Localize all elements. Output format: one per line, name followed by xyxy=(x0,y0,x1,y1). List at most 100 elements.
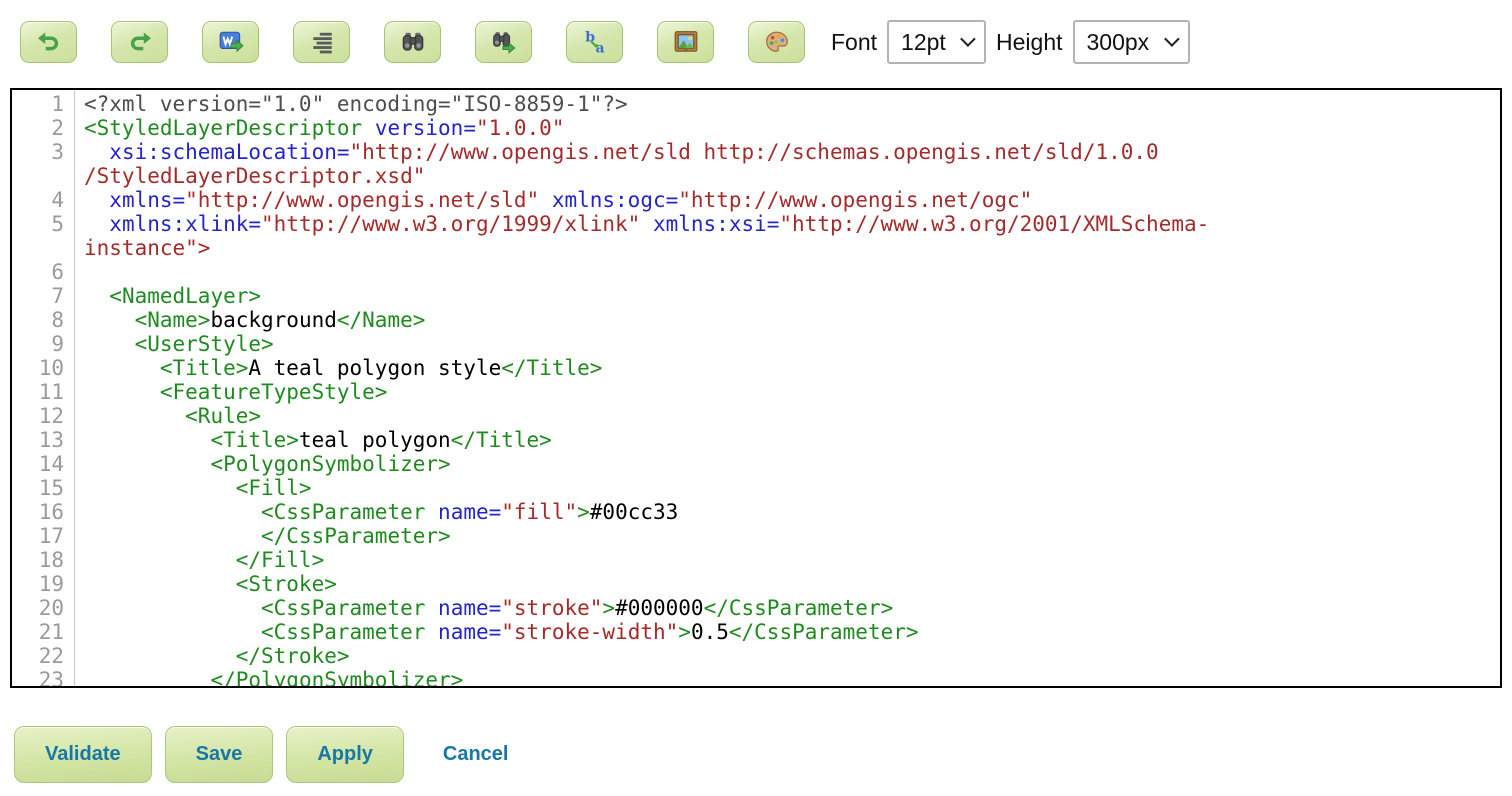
code-text: xmlns="http://www.opengis.net/sld" xmlns… xyxy=(74,188,1500,212)
code-line[interactable]: 16 <CssParameter name="fill">#00cc33 xyxy=(12,500,1500,524)
line-number: 15 xyxy=(12,476,74,500)
find-next-icon xyxy=(491,29,517,55)
line-number: 10 xyxy=(12,356,74,380)
line-number: 3 xyxy=(12,140,74,164)
line-number: 6 xyxy=(12,260,74,284)
code-rows: 1<?xml version="1.0" encoding="ISO-8859-… xyxy=(12,90,1500,688)
undo-icon xyxy=(36,29,62,55)
goto-line-icon xyxy=(218,29,244,55)
editor-height-select[interactable]: 300px xyxy=(1075,24,1188,60)
code-text: <FeatureTypeStyle> xyxy=(74,380,1500,404)
line-number: 11 xyxy=(12,380,74,404)
code-text: <StyledLayerDescriptor version="1.0.0" xyxy=(74,116,1500,140)
code-text: <CssParameter name="stroke">#000000</Css… xyxy=(74,596,1500,620)
editor-toolbar: b a xyxy=(20,20,1512,64)
line-number: 21 xyxy=(12,620,74,644)
code-line[interactable]: 10 <Title>A teal polygon style</Title> xyxy=(12,356,1500,380)
code-line[interactable]: 22 </Stroke> xyxy=(12,644,1500,668)
code-text: xmlns:xlink="http://www.w3.org/1999/xlin… xyxy=(74,212,1500,236)
code-line[interactable]: 12 <Rule> xyxy=(12,404,1500,428)
undo-button[interactable] xyxy=(20,21,77,63)
line-number: 13 xyxy=(12,428,74,452)
code-line[interactable]: 20 <CssParameter name="stroke">#000000</… xyxy=(12,596,1500,620)
line-number: 4 xyxy=(12,188,74,212)
code-line[interactable]: 15 <Fill> xyxy=(12,476,1500,500)
code-line[interactable]: 11 <FeatureTypeStyle> xyxy=(12,380,1500,404)
insert-image-icon xyxy=(673,29,699,55)
find-next-button[interactable] xyxy=(475,21,532,63)
line-number: 7 xyxy=(12,284,74,308)
line-number: 22 xyxy=(12,644,74,668)
code-line[interactable]: 23 </PolygonSymbolizer> xyxy=(12,668,1500,688)
line-number: 5 xyxy=(12,212,74,236)
style-code-editor[interactable]: 1<?xml version="1.0" encoding="ISO-8859-… xyxy=(10,88,1502,688)
code-line[interactable]: 4 xmlns="http://www.opengis.net/sld" xml… xyxy=(12,188,1500,212)
cancel-link[interactable]: Cancel xyxy=(443,743,509,766)
code-line[interactable]: 19 <Stroke> xyxy=(12,572,1500,596)
code-text: <NamedLayer> xyxy=(74,284,1500,308)
line-number: 1 xyxy=(12,92,74,116)
code-text: <Rule> xyxy=(74,404,1500,428)
validate-button[interactable]: Validate xyxy=(14,726,152,783)
code-text: <CssParameter name="fill">#00cc33 xyxy=(74,500,1500,524)
replace-icon: b a xyxy=(582,29,608,55)
code-text: <Name>background</Name> xyxy=(74,308,1500,332)
code-line[interactable]: 7 <NamedLayer> xyxy=(12,284,1500,308)
line-number: 9 xyxy=(12,332,74,356)
apply-button[interactable]: Apply xyxy=(286,726,404,783)
code-text: </Stroke> xyxy=(74,644,1500,668)
code-line[interactable]: 18 </Fill> xyxy=(12,548,1500,572)
line-number: 14 xyxy=(12,452,74,476)
code-text: <PolygonSymbolizer> xyxy=(74,452,1500,476)
line-number: 23 xyxy=(12,668,74,688)
code-line[interactable]: 14 <PolygonSymbolizer> xyxy=(12,452,1500,476)
line-number xyxy=(12,164,74,188)
code-line[interactable]: /StyledLayerDescriptor.xsd" xyxy=(12,164,1500,188)
gutter-divider xyxy=(74,90,75,686)
code-text: /StyledLayerDescriptor.xsd" xyxy=(74,164,1500,188)
code-line[interactable]: 2<StyledLayerDescriptor version="1.0.0" xyxy=(12,116,1500,140)
line-number: 20 xyxy=(12,596,74,620)
code-line[interactable]: 6 xyxy=(12,260,1500,284)
redo-icon xyxy=(127,29,153,55)
code-line[interactable]: 21 <CssParameter name="stroke-width">0.5… xyxy=(12,620,1500,644)
font-size-select-wrap: 12pt xyxy=(887,20,986,64)
code-line[interactable]: 8 <Name>background</Name> xyxy=(12,308,1500,332)
line-number: 8 xyxy=(12,308,74,332)
code-text: <UserStyle> xyxy=(74,332,1500,356)
line-number: 12 xyxy=(12,404,74,428)
color-picker-button[interactable] xyxy=(748,21,805,63)
save-button[interactable]: Save xyxy=(165,726,274,783)
toolbar-buttons: b a xyxy=(20,21,805,63)
font-size-select[interactable]: 12pt xyxy=(889,24,984,60)
code-text: </PolygonSymbolizer> xyxy=(74,668,1500,688)
code-text: <Title>teal polygon</Title> xyxy=(74,428,1500,452)
find-button[interactable] xyxy=(384,21,441,63)
code-text: </CssParameter> xyxy=(74,524,1500,548)
line-number: 17 xyxy=(12,524,74,548)
find-icon xyxy=(400,29,426,55)
insert-image-button[interactable] xyxy=(657,21,714,63)
code-line[interactable]: instance"> xyxy=(12,236,1500,260)
line-number: 2 xyxy=(12,116,74,140)
code-text: <Title>A teal polygon style</Title> xyxy=(74,356,1500,380)
redo-button[interactable] xyxy=(111,21,168,63)
code-text: </Fill> xyxy=(74,548,1500,572)
replace-button[interactable]: b a xyxy=(566,21,623,63)
action-bar: Validate Save Apply Cancel xyxy=(14,726,1512,783)
code-line[interactable]: 5 xmlns:xlink="http://www.w3.org/1999/xl… xyxy=(12,212,1500,236)
font-label: Font xyxy=(831,29,877,56)
goto-line-button[interactable] xyxy=(202,21,259,63)
code-line[interactable]: 9 <UserStyle> xyxy=(12,332,1500,356)
code-text: <?xml version="1.0" encoding="ISO-8859-1… xyxy=(74,92,1500,116)
color-picker-icon xyxy=(764,29,790,55)
editor-height-select-wrap: 300px xyxy=(1073,20,1190,64)
code-text: instance"> xyxy=(74,236,1500,260)
code-line[interactable]: 13 <Title>teal polygon</Title> xyxy=(12,428,1500,452)
code-line[interactable]: 17 </CssParameter> xyxy=(12,524,1500,548)
font-height-controls: Font 12pt Height 300px xyxy=(831,20,1190,64)
code-line[interactable]: 1<?xml version="1.0" encoding="ISO-8859-… xyxy=(12,92,1500,116)
code-line[interactable]: 3 xsi:schemaLocation="http://www.opengis… xyxy=(12,140,1500,164)
reformat-icon xyxy=(309,29,335,55)
reformat-button[interactable] xyxy=(293,21,350,63)
